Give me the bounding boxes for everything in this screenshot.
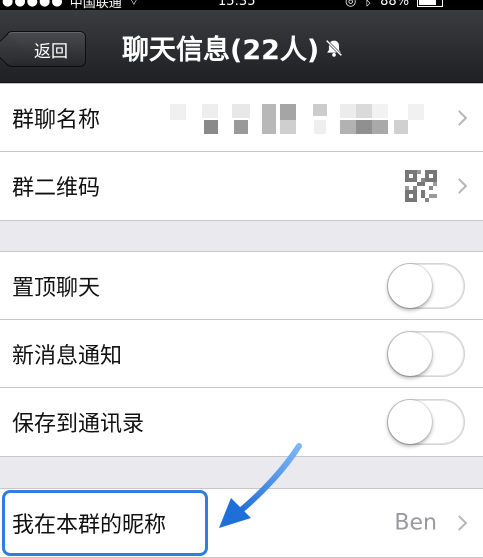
- back-button[interactable]: 返回: [6, 31, 86, 67]
- chevron-right-icon: [451, 178, 468, 194]
- annotation-highlight-box: [2, 490, 208, 556]
- group-name-label: 群聊名称: [12, 107, 101, 133]
- back-button-label: 返回: [34, 41, 68, 62]
- battery-icon: [417, 0, 444, 7]
- pin-chat-toggle[interactable]: [387, 262, 465, 309]
- chevron-right-icon: [451, 515, 468, 531]
- group-name-value-pixelated: [170, 100, 435, 138]
- pin-chat-label: 置顶聊天: [12, 275, 101, 301]
- bluetooth-icon: ᛒ: [364, 0, 373, 9]
- battery-percent: 88%: [380, 0, 410, 9]
- nickname-value: Ben: [394, 510, 437, 536]
- group-info-section: 群聊名称 群二维码: [0, 83, 483, 221]
- status-time: 15:35: [218, 0, 256, 9]
- pin-chat-row: 置顶聊天: [0, 252, 483, 320]
- group-qr-label: 群二维码: [12, 176, 101, 201]
- chevron-right-icon: [451, 109, 468, 126]
- save-to-contacts-label: 保存到通讯录: [12, 412, 145, 437]
- status-bar: ●●●●● 中国联通 ⌔ 15:35 ◎ ᛒ 88%: [0, 0, 483, 10]
- chat-settings-section: 置顶聊天 新消息通知 保存到通讯录: [0, 251, 483, 457]
- annotation-arrow-icon: [219, 443, 302, 528]
- lock-rotation-icon: ◎: [345, 0, 357, 9]
- message-notification-toggle[interactable]: [387, 330, 465, 377]
- message-notification-row: 新消息通知: [0, 320, 483, 388]
- page-title-text: 聊天信息(22人): [122, 35, 320, 66]
- qr-code-icon: [405, 170, 437, 202]
- page-title: 聊天信息(22人): [122, 28, 345, 67]
- wifi-icon: ⌔: [127, 0, 140, 9]
- carrier-label: 中国联通: [69, 0, 122, 10]
- toggle-knob: [388, 331, 432, 376]
- toggle-knob: [388, 263, 432, 308]
- save-to-contacts-toggle[interactable]: [387, 399, 465, 445]
- toggle-knob: [388, 400, 432, 444]
- group-name-row[interactable]: 群聊名称: [0, 84, 483, 152]
- navigation-bar: 返回 聊天信息(22人): [0, 10, 483, 83]
- signal-icon: ●●●●●: [2, 0, 64, 9]
- mute-bell-icon: [325, 39, 343, 57]
- message-notification-label: 新消息通知: [12, 343, 123, 369]
- group-qr-row[interactable]: 群二维码: [0, 152, 483, 220]
